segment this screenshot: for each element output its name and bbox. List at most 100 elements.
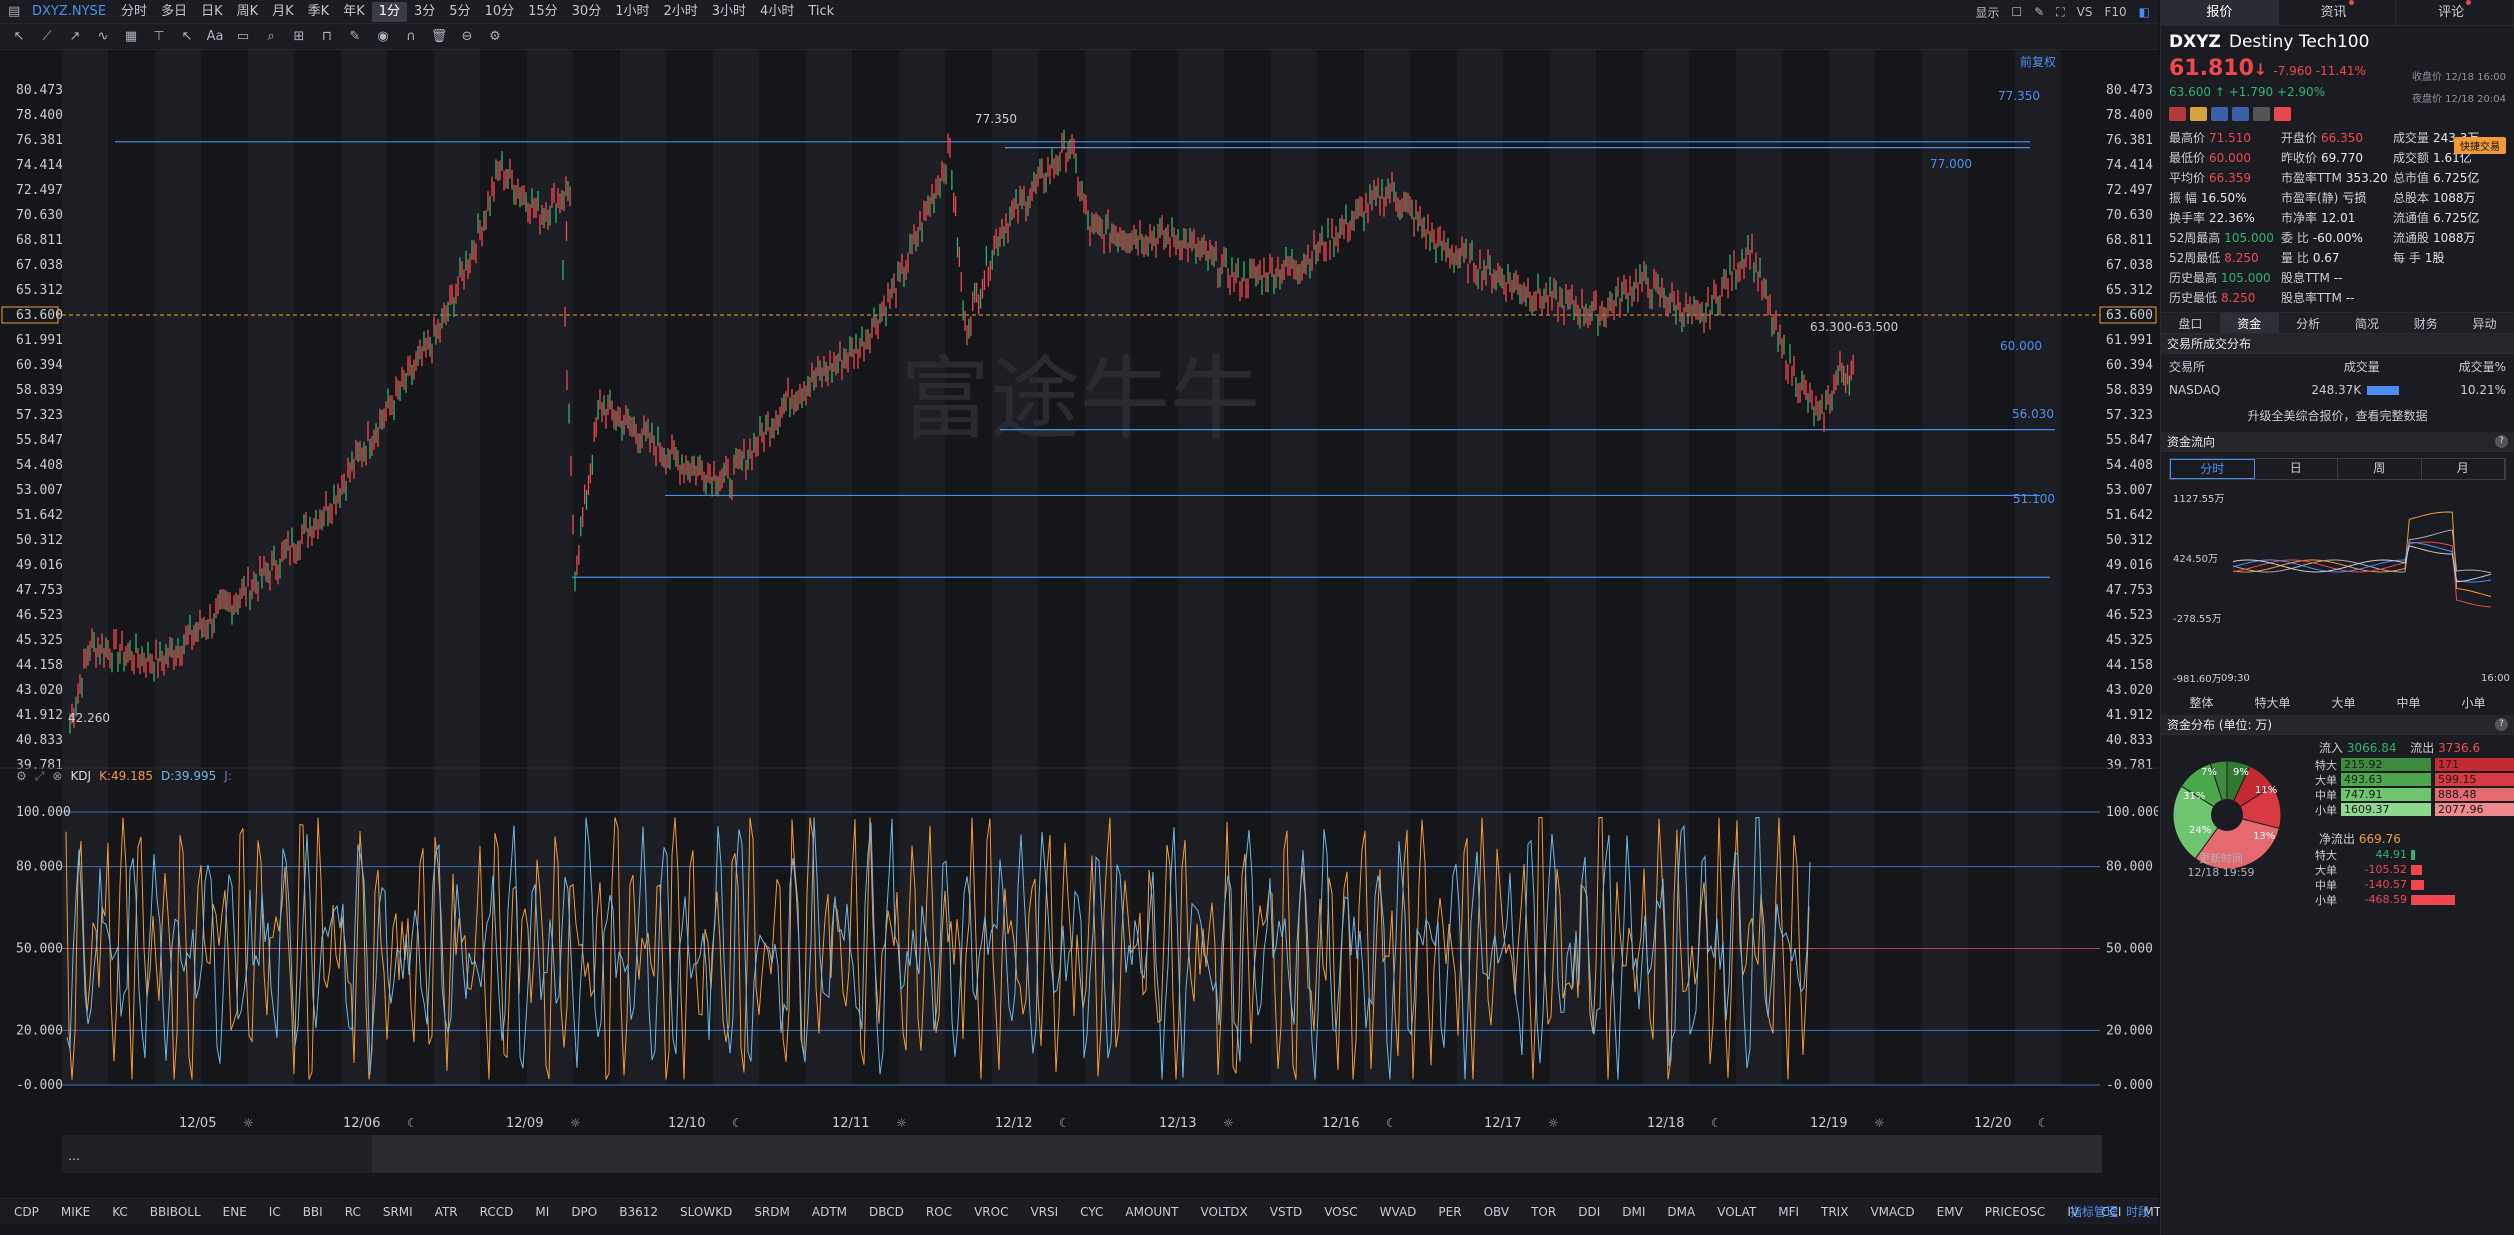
indicator-vmacd[interactable]: VMACD	[1870, 1205, 1914, 1219]
flow-tab-2[interactable]: 周	[2338, 459, 2422, 479]
brush-icon[interactable]: ✎	[346, 29, 364, 44]
wave-tool-icon[interactable]: ∿	[94, 29, 112, 44]
indicator-slowkd[interactable]: SLOWKD	[680, 1205, 732, 1219]
flow-tab-0[interactable]: 分时	[2170, 459, 2255, 479]
indicator-bbi[interactable]: BBI	[303, 1205, 323, 1219]
indicator-roc[interactable]: ROC	[926, 1205, 952, 1219]
subtab-0[interactable]: 盘口	[2161, 313, 2220, 333]
indicator-ic[interactable]: IC	[269, 1205, 281, 1219]
lock-icon[interactable]: ∩	[402, 29, 420, 44]
flow-legend-1[interactable]: 特大单	[2254, 694, 2290, 711]
indicator-voltdx[interactable]: VOLTDX	[1201, 1205, 1248, 1219]
indicator-amount[interactable]: AMOUNT	[1125, 1205, 1178, 1219]
fib-tool-icon[interactable]: ⊤	[150, 29, 168, 44]
indicator-dma[interactable]: DMA	[1667, 1205, 1695, 1219]
indicator-rccd[interactable]: RCCD	[480, 1205, 514, 1219]
sidebar-toggle-icon[interactable]: ▤	[8, 4, 20, 19]
indicator-adtm[interactable]: ADTM	[812, 1205, 847, 1219]
arrow-tool-icon[interactable]: ↖	[178, 29, 196, 44]
period-6[interactable]: 年K	[336, 2, 372, 22]
indicator-vosc[interactable]: VOSC	[1324, 1205, 1357, 1219]
indicator-dmi[interactable]: DMI	[1622, 1205, 1645, 1219]
timeshare-button[interactable]: 时段	[2126, 1203, 2150, 1220]
kdj-label[interactable]: KDJ	[70, 769, 91, 784]
indicator-obv[interactable]: OBV	[1484, 1205, 1510, 1219]
indicator-mfi[interactable]: MFI	[1778, 1205, 1799, 1219]
flow-legend-2[interactable]: 大单	[2331, 694, 2355, 711]
cursor-icon[interactable]: ↖	[10, 29, 28, 44]
indicator-vroc[interactable]: VROC	[974, 1205, 1008, 1219]
period-3[interactable]: 周K	[230, 2, 266, 22]
period-14[interactable]: 2小时	[656, 2, 704, 22]
quick-trade-button[interactable]: 快捷交易	[2454, 137, 2506, 154]
tab-comments[interactable]: 评论	[2396, 0, 2514, 25]
zoom-icon[interactable]: ⌕	[262, 29, 280, 44]
period-9[interactable]: 5分	[442, 2, 477, 22]
indicator-cdp[interactable]: CDP	[14, 1205, 39, 1219]
line-tool-icon[interactable]: ⟋	[38, 29, 56, 44]
period-16[interactable]: 4小时	[753, 2, 801, 22]
indicator-dbcd[interactable]: DBCD	[869, 1205, 904, 1219]
vs-button[interactable]: VS	[2077, 5, 2093, 19]
flow-legend-0[interactable]: 整体	[2189, 694, 2213, 711]
indicator-vrsi[interactable]: VRSI	[1030, 1205, 1058, 1219]
layout-icon[interactable]: ☐	[2011, 5, 2022, 19]
indicator-per[interactable]: PER	[1438, 1205, 1461, 1219]
indicator-ddi[interactable]: DDI	[1578, 1205, 1600, 1219]
chart-area[interactable]: 80.473 80.473 78.400 78.400 76.381 76.381 74.4…	[0, 50, 2158, 1200]
pen-icon[interactable]: ✎	[2034, 5, 2044, 19]
period-15[interactable]: 3小时	[705, 2, 753, 22]
indicator-manage-button[interactable]: 指标管理	[2070, 1203, 2118, 1220]
close-icon[interactable]: ⊗	[52, 769, 62, 784]
subtab-3[interactable]: 简况	[2337, 313, 2396, 333]
indicator-mike[interactable]: MIKE	[61, 1205, 90, 1219]
magnet-icon[interactable]: ⊓	[318, 29, 336, 44]
indicator-bbiboll[interactable]: BBIBOLL	[150, 1205, 201, 1219]
help-icon[interactable]: ?	[2495, 435, 2508, 448]
indicator-dpo[interactable]: DPO	[571, 1205, 597, 1219]
period-5[interactable]: 季K	[301, 2, 337, 22]
indicator-priceosc[interactable]: PRICEOSC	[1985, 1205, 2046, 1219]
restore-label[interactable]: 前复权	[2020, 53, 2056, 70]
period-13[interactable]: 1小时	[608, 2, 656, 22]
flow-tab-1[interactable]: 日	[2255, 459, 2338, 479]
period-2[interactable]: 日K	[194, 2, 230, 22]
indicator-srdm[interactable]: SRDM	[754, 1205, 790, 1219]
period-12[interactable]: 30分	[565, 2, 609, 22]
eye-icon[interactable]: ◉	[374, 29, 392, 44]
indicator-atr[interactable]: ATR	[435, 1205, 458, 1219]
indicator-ene[interactable]: ENE	[223, 1205, 247, 1219]
chart-svg[interactable]: 80.473 80.473 78.400 78.400 76.381 76.381 74.4…	[0, 50, 2158, 1200]
help-icon[interactable]: ?	[2495, 718, 2508, 731]
channel-tool-icon[interactable]: ▦	[122, 29, 140, 44]
settings-icon[interactable]: ⚙	[486, 29, 504, 44]
fullscreen-icon[interactable]: ⛶	[2056, 5, 2064, 20]
period-0[interactable]: 分时	[114, 2, 154, 22]
heart-icon[interactable]	[2274, 107, 2291, 121]
subtab-1[interactable]: 资金	[2219, 313, 2279, 333]
period-11[interactable]: 15分	[521, 2, 565, 22]
hide-icon[interactable]: ⊖	[458, 29, 476, 44]
comment-tool-icon[interactable]: ▭	[234, 29, 252, 44]
period-1[interactable]: 多日	[154, 2, 194, 22]
display-menu[interactable]: 显示	[1975, 4, 1999, 21]
indicator-wvad[interactable]: WVAD	[1380, 1205, 1417, 1219]
tab-news[interactable]: 资讯	[2279, 0, 2397, 25]
subtab-5[interactable]: 异动	[2455, 313, 2514, 333]
indicator-emv[interactable]: EMV	[1937, 1205, 1963, 1219]
f10-button[interactable]: F10	[2104, 5, 2126, 19]
ray-tool-icon[interactable]: ↗	[66, 29, 84, 44]
overview-window[interactable]	[372, 1135, 2102, 1173]
subtab-2[interactable]: 分析	[2279, 313, 2338, 333]
expand-icon[interactable]: ⤢	[35, 769, 45, 784]
settings-icon[interactable]: ⚙	[16, 769, 27, 784]
overview-more-icon[interactable]: …	[68, 1149, 80, 1163]
indicator-volat[interactable]: VOLAT	[1717, 1205, 1756, 1219]
tab-quote[interactable]: 报价	[2161, 0, 2279, 25]
indicator-mi[interactable]: MI	[535, 1205, 549, 1219]
upgrade-link[interactable]: 升级全美综合报价，查看完整数据	[2161, 401, 2514, 432]
period-10[interactable]: 10分	[478, 2, 522, 22]
text-tool-icon[interactable]: Aa	[206, 29, 224, 44]
measure-icon[interactable]: ⊞	[290, 29, 308, 44]
period-7[interactable]: 1分	[371, 1, 407, 22]
